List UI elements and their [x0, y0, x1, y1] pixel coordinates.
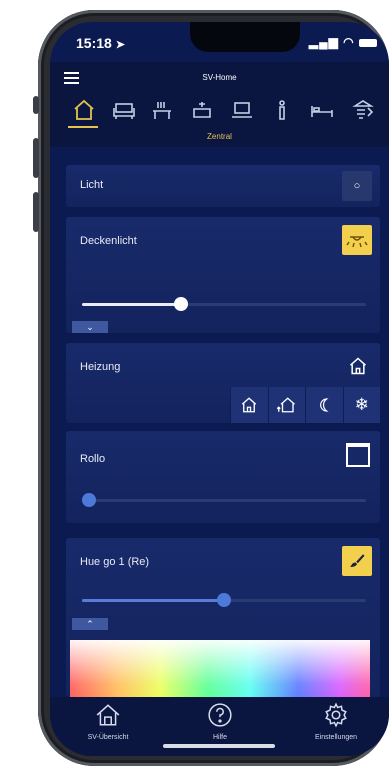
- home-icon[interactable]: [70, 98, 98, 124]
- category-bar: Zentral: [50, 92, 389, 147]
- card-title: Hue go 1 (Re): [80, 556, 150, 568]
- card-rollo: Rollo: [66, 431, 380, 523]
- snowflake-icon: ❄: [354, 395, 369, 414]
- battery-icon: [359, 38, 377, 47]
- nav-label: SV-Übersicht: [87, 734, 129, 741]
- bed-icon[interactable]: [308, 98, 336, 124]
- side-button: [33, 138, 39, 178]
- ceiling-light-brightness-slider[interactable]: [82, 297, 366, 311]
- blind-icon: [346, 443, 370, 467]
- nav-overview[interactable]: SV-Übersicht: [58, 702, 158, 741]
- slider-fill: [82, 599, 224, 602]
- bathroom-icon[interactable]: [268, 98, 296, 124]
- status-icons: ▂▄▆ ◠: [309, 35, 377, 49]
- nav-label: Einstellungen: [314, 734, 358, 741]
- app-screen: 15:18 ➤ ▂▄▆ ◠ SV-Home Zentral Licht ○ De…: [50, 22, 389, 756]
- wifi-icon: ◠: [343, 35, 355, 49]
- chevron-up-icon: ⌃: [86, 618, 94, 629]
- ceiling-light-icon: [346, 236, 368, 248]
- ceiling-light-toggle-button[interactable]: [342, 225, 372, 255]
- light-toggle-button[interactable]: ○: [342, 171, 372, 201]
- app-header: SV-Home: [50, 62, 389, 92]
- heating-home-icon: [348, 356, 368, 381]
- nav-help[interactable]: Hilfe: [170, 702, 270, 741]
- slider-thumb[interactable]: [174, 297, 189, 311]
- slider-fill: [82, 303, 182, 306]
- card-heizung: Heizung ❄: [66, 343, 380, 423]
- hue-brightness-slider[interactable]: [82, 593, 366, 607]
- home-arrow-icon: [276, 397, 295, 413]
- signal-icon: ▂▄▆: [308, 35, 339, 49]
- frost-mode-button[interactable]: ❄: [342, 387, 381, 423]
- slider-thumb[interactable]: [82, 493, 97, 507]
- device-list: Licht ○ Deckenlicht ⌄ Heizung ❄ Rollo Hu…: [50, 147, 389, 720]
- hue-color-button[interactable]: [342, 546, 372, 576]
- gear-icon: [325, 702, 347, 728]
- card-licht: Licht ○: [66, 165, 380, 207]
- active-category-label: Zentral: [207, 132, 232, 141]
- away-mode-button[interactable]: [267, 387, 306, 423]
- card-title: Licht: [80, 179, 104, 191]
- app-title: SV-Home: [202, 73, 237, 82]
- laptop-icon[interactable]: [228, 98, 256, 124]
- card-title: Deckenlicht: [80, 235, 137, 247]
- home-outline-icon: [96, 704, 120, 726]
- dining-icon[interactable]: [148, 98, 176, 124]
- clock: 15:18 ➤: [76, 35, 125, 51]
- nav-label: Hilfe: [212, 734, 227, 741]
- card-title: Heizung: [80, 361, 121, 373]
- status-bar: 15:18 ➤ ▂▄▆ ◠: [50, 22, 389, 62]
- home-icon: [242, 397, 257, 413]
- sofa-icon[interactable]: [110, 98, 138, 124]
- paint-brush-icon: [350, 554, 365, 567]
- collapse-button[interactable]: ⌃: [72, 618, 108, 630]
- active-category-indicator: [68, 126, 98, 128]
- card-title: Rollo: [80, 453, 106, 465]
- home-indicator: [163, 744, 275, 748]
- slider-thumb[interactable]: [217, 593, 231, 607]
- expand-button[interactable]: ⌄: [72, 321, 108, 333]
- moon-icon: [320, 398, 329, 412]
- help-icon: [208, 703, 232, 727]
- notch: [190, 22, 300, 52]
- blind-position-slider[interactable]: [82, 493, 366, 507]
- chevron-down-icon: ⌄: [86, 321, 94, 332]
- card-deckenlicht: Deckenlicht ⌄: [66, 217, 380, 333]
- side-button: [33, 192, 39, 232]
- night-mode-button[interactable]: [305, 387, 343, 423]
- home-mode-button[interactable]: [230, 387, 268, 423]
- cooking-icon[interactable]: [188, 98, 216, 124]
- terrace-icon[interactable]: [348, 98, 378, 124]
- circle-icon: ○: [353, 180, 361, 192]
- nav-settings[interactable]: Einstellungen: [286, 702, 386, 741]
- side-button: [33, 96, 39, 114]
- heating-mode-selector: ❄: [230, 387, 380, 423]
